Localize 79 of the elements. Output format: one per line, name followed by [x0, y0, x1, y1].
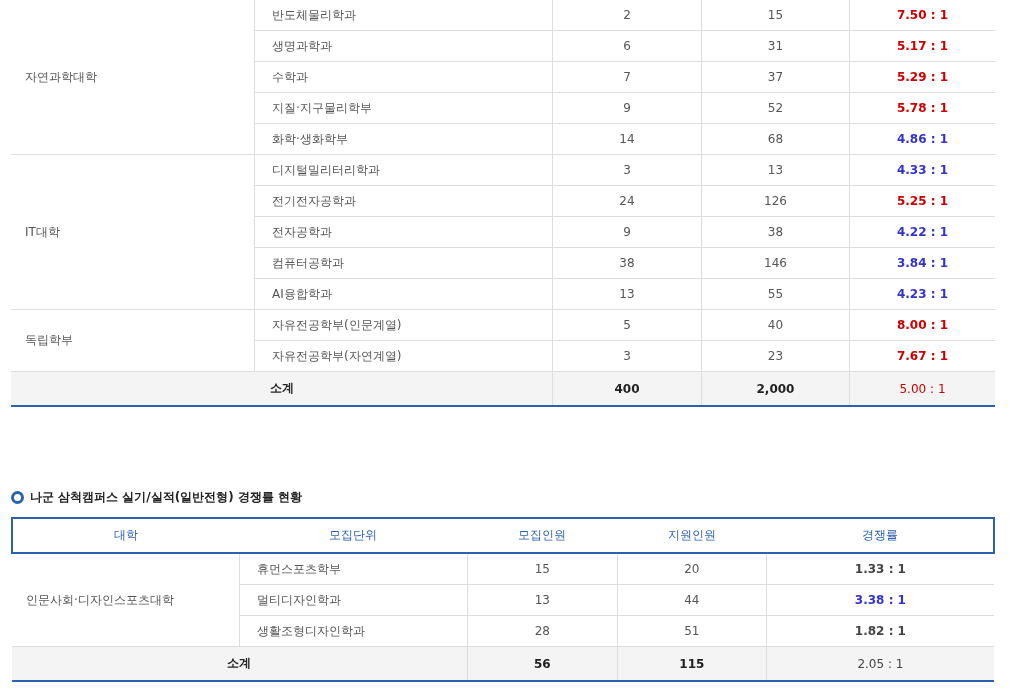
- ratio-value: 7.67 : 1: [896, 349, 949, 363]
- quota-value: 3: [623, 349, 631, 363]
- ratio-value: 4.86 : 1: [896, 132, 949, 146]
- unit-name: 디지털밀리터리학과: [272, 162, 380, 177]
- ratio-value: 1.33 : 1: [854, 562, 906, 576]
- unit-name: 자유전공학부(자연계열): [272, 348, 402, 363]
- applicants-value: 44: [684, 593, 700, 607]
- total-quota: 400: [614, 381, 640, 396]
- quota-value: 14: [619, 132, 635, 146]
- ratio-value: 4.22 : 1: [896, 225, 949, 239]
- column-header: 모집단위: [329, 528, 378, 542]
- column-header: 지원인원: [667, 528, 716, 542]
- total-applicants: 115: [679, 656, 705, 671]
- applicants-value: 15: [767, 8, 784, 22]
- unit-name: 생활조형디자인학과: [257, 623, 366, 638]
- quota-value: 9: [623, 225, 631, 239]
- total-label: 소계: [269, 381, 294, 395]
- unit-name: 전자공학과: [272, 224, 332, 239]
- ratio-value: 5.17 : 1: [896, 39, 949, 53]
- applicants-value: 51: [684, 624, 700, 638]
- ratio-value: 5.78 : 1: [896, 101, 949, 115]
- applicants-value: 38: [767, 225, 784, 239]
- quota-value: 24: [619, 194, 635, 208]
- ratio-value: 7.50 : 1: [896, 8, 949, 22]
- total-quota: 56: [533, 656, 551, 671]
- ratio-value: 4.23 : 1: [896, 287, 949, 301]
- applicants-value: 146: [764, 256, 787, 270]
- unit-name: 화학·생화학부: [272, 131, 348, 146]
- total-ratio: 2.05 : 1: [857, 656, 904, 671]
- ratio-value: 3.84 : 1: [896, 256, 949, 270]
- total-label: 소계: [227, 656, 252, 670]
- unit-name: 컴퓨터공학과: [272, 255, 344, 270]
- applicants-value: 20: [684, 562, 700, 576]
- unit-name: 반도체물리학과: [272, 7, 356, 22]
- ratio-value: 5.25 : 1: [896, 194, 949, 208]
- column-header: 모집인원: [518, 528, 567, 542]
- applicants-value: 23: [767, 349, 784, 363]
- quota-value: 13: [534, 593, 550, 607]
- applicants-value: 13: [767, 163, 784, 177]
- column-header: 대학: [114, 528, 139, 542]
- applicants-value: 40: [767, 318, 784, 332]
- quota-value: 5: [623, 318, 631, 332]
- quota-value: 7: [623, 70, 631, 84]
- section-title: 나군 삼척캠퍼스 실기/실적(일반전형) 경쟁률 현황: [30, 488, 303, 506]
- bullet-icon: [11, 490, 24, 504]
- applicants-value: 55: [767, 287, 784, 301]
- college-name: 인문사회·디자인스포츠대학: [26, 592, 174, 607]
- unit-name: 전기전자공학과: [272, 193, 356, 208]
- college-name: IT대학: [25, 224, 60, 239]
- quota-value: 28: [534, 624, 550, 638]
- quota-value: 38: [619, 256, 635, 270]
- quota-value: 15: [534, 562, 550, 576]
- ratio-value: 5.29 : 1: [896, 70, 949, 84]
- ratio-value: 3.38 : 1: [854, 593, 906, 607]
- quota-value: 9: [623, 101, 631, 115]
- quota-value: 6: [623, 39, 631, 53]
- ratio-value: 1.82 : 1: [854, 624, 906, 638]
- applicants-value: 37: [767, 70, 784, 84]
- unit-name: 자유전공학부(인문계열): [272, 317, 402, 332]
- applicants-value: 126: [764, 194, 787, 208]
- applicants-value: 31: [767, 39, 784, 53]
- applicants-value: 52: [767, 101, 784, 115]
- college-name: 독립학부: [25, 333, 73, 347]
- total-ratio: 5.00 : 1: [899, 381, 946, 396]
- quota-value: 13: [619, 287, 635, 301]
- ratio-value: 4.33 : 1: [896, 163, 949, 177]
- college-name: 자연과학대학: [25, 69, 97, 84]
- unit-name: 수학과: [272, 69, 308, 84]
- column-header: 경쟁률: [861, 528, 898, 542]
- applicants-value: 68: [767, 132, 784, 146]
- quota-value: 3: [623, 163, 631, 177]
- unit-name: 멀티디자인학과: [257, 592, 342, 607]
- unit-name: AI융합학과: [272, 286, 332, 301]
- ratio-value: 8.00 : 1: [896, 318, 949, 332]
- unit-name: 휴먼스포츠학부: [257, 561, 342, 576]
- unit-name: 지질·지구물리학부: [272, 100, 372, 115]
- unit-name: 생명과학과: [272, 38, 332, 53]
- total-applicants: 2,000: [756, 381, 795, 396]
- quota-value: 2: [623, 8, 631, 22]
